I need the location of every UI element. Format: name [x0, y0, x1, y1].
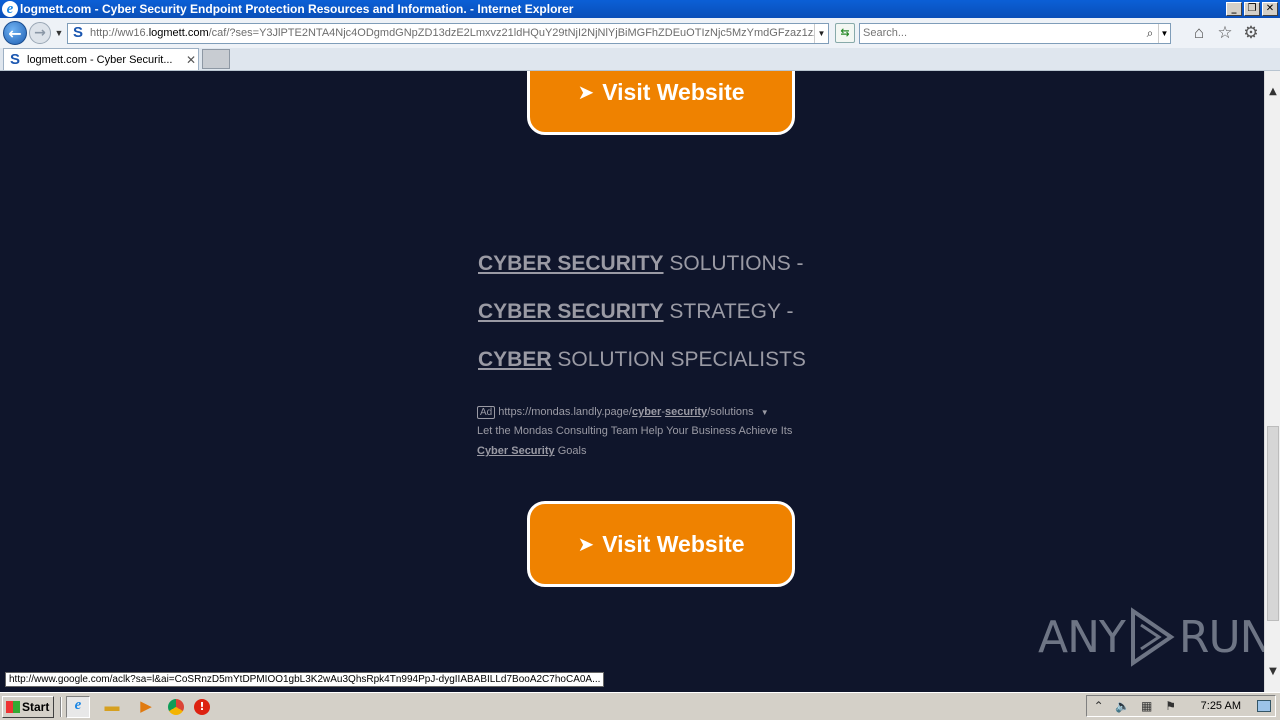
- close-window-button[interactable]: ✕: [1262, 2, 1278, 16]
- taskbar-opera-icon[interactable]: !: [194, 698, 210, 715]
- anyrun-watermark: ANY RUN: [1038, 607, 1264, 667]
- taskbar-explorer-folder-icon[interactable]: ▬: [100, 696, 124, 718]
- status-bar-url: http://www.google.com/aclk?sa=l&ai=CoSRn…: [5, 672, 605, 687]
- scroll-up-icon[interactable]: ▲: [1265, 83, 1280, 100]
- tab-logmett[interactable]: S logmett.com - Cyber Securit... ✕: [3, 48, 199, 70]
- navigation-bar: ← → ▼ S http://ww16.logmett.com/caf/?ses…: [0, 18, 1280, 48]
- minimize-button[interactable]: _: [1226, 2, 1242, 16]
- keyword-rest: SOLUTIONS -: [663, 252, 804, 275]
- keyword-link-2[interactable]: CYBER SECURITY STRATEGY -: [478, 300, 793, 324]
- compatibility-refresh-icon[interactable]: ⇆: [835, 23, 855, 43]
- keyword-link-1[interactable]: CYBER SECURITY SOLUTIONS -: [478, 252, 804, 276]
- start-button[interactable]: Start: [2, 695, 54, 718]
- settings-gear-icon[interactable]: ⚙: [1241, 23, 1261, 43]
- system-tray: ⌃ 🔈 ▦ ⚑ 7:25 AM: [1085, 695, 1276, 717]
- tab-close-icon[interactable]: ✕: [184, 53, 198, 67]
- url-domain: logmett.com: [148, 27, 209, 39]
- url-path: /caf/?ses=Y3JlPTE2NTA4Njc4ODgmdGNpZD13dz…: [208, 27, 814, 39]
- ad-description-link[interactable]: Cyber Security: [477, 445, 555, 457]
- search-icon[interactable]: ⌕: [1142, 26, 1158, 41]
- window-title: logmett.com - Cyber Security Endpoint Pr…: [20, 2, 574, 16]
- ad-url-end: /solutions: [707, 406, 754, 418]
- keyword-link-bold[interactable]: CYBER SECURITY: [478, 300, 664, 323]
- scrollbar-thumb[interactable]: [1267, 426, 1279, 621]
- arrow-icon: ➤: [577, 532, 595, 556]
- keyword-link-bold[interactable]: CYBER: [478, 348, 552, 371]
- ad-description-rest: Goals: [554, 445, 587, 457]
- tab-bar: S logmett.com - Cyber Securit... ✕: [0, 48, 1280, 71]
- scroll-down-icon[interactable]: ▼: [1265, 663, 1280, 680]
- watermark-right: RUN: [1178, 611, 1264, 663]
- tab-label: logmett.com - Cyber Securit...: [27, 53, 173, 66]
- url-prefix: http://ww16.: [90, 27, 149, 39]
- search-box[interactable]: ⌕ ▼: [859, 22, 1171, 44]
- windows-logo-icon: [6, 700, 20, 713]
- ad-description-line-2: Cyber Security Goals: [477, 445, 586, 457]
- visit-website-button-bottom[interactable]: ➤ Visit Website: [527, 501, 795, 587]
- volume-icon[interactable]: 🔈: [1115, 699, 1131, 713]
- address-dropdown-icon[interactable]: ▼: [814, 23, 828, 43]
- keyword-rest: STRATEGY -: [663, 300, 794, 323]
- keyword-link-3[interactable]: CYBER SOLUTION SPECIALISTS: [478, 348, 806, 372]
- vertical-scrollbar[interactable]: ▲ ▼: [1264, 71, 1280, 692]
- ad-url-start: https://mondas.landly.page/: [498, 406, 632, 418]
- forward-button[interactable]: →: [29, 22, 51, 44]
- watermark-left: ANY: [1038, 611, 1126, 663]
- ad-url-keyword-1: cyber: [631, 406, 662, 418]
- start-label: Start: [22, 699, 50, 714]
- taskbar-separator: [60, 696, 62, 717]
- arrow-icon: ➤: [577, 80, 595, 104]
- home-icon[interactable]: ⌂: [1189, 23, 1209, 43]
- taskbar: Start e ▬ ▶ ! ⌃ 🔈 ▦ ⚑ 7:25 AM: [0, 692, 1280, 720]
- clock[interactable]: 7:25 AM: [1201, 700, 1241, 712]
- show-desktop-icon[interactable]: [1257, 700, 1271, 712]
- restore-button[interactable]: ❐: [1244, 2, 1260, 16]
- ad-badge: Ad: [477, 406, 496, 419]
- taskbar-internet-explorer-icon[interactable]: e: [66, 695, 90, 718]
- network-icon[interactable]: ▦: [1139, 699, 1155, 713]
- ad-description-line-1: Let the Mondas Consulting Team Help Your…: [477, 425, 793, 437]
- ad-caret-icon[interactable]: ▼: [761, 408, 769, 417]
- search-input[interactable]: [860, 27, 1142, 39]
- tab-favicon-icon: S: [9, 51, 20, 68]
- action-center-flag-icon[interactable]: ⚑: [1163, 699, 1179, 713]
- visit-website-label: Visit Website: [602, 78, 745, 105]
- window-titlebar: e logmett.com - Cyber Security Endpoint …: [0, 0, 1280, 18]
- watermark-play-icon: [1130, 607, 1175, 667]
- address-url[interactable]: http://ww16.logmett.com/caf/?ses=Y3JlPTE…: [90, 27, 814, 39]
- visit-website-button-top[interactable]: ➤ Visit Website: [527, 71, 795, 135]
- ad-url-line[interactable]: Ad https://mondas.landly.page/cyber-secur…: [477, 406, 769, 419]
- keyword-link-bold[interactable]: CYBER SECURITY: [478, 252, 664, 275]
- tray-expand-icon[interactable]: ⌃: [1091, 699, 1107, 713]
- back-button[interactable]: ←: [3, 21, 27, 45]
- favorites-star-icon[interactable]: ☆: [1215, 23, 1235, 43]
- visit-website-label: Visit Website: [602, 530, 745, 557]
- address-bar[interactable]: S http://ww16.logmett.com/caf/?ses=Y3JlP…: [67, 22, 829, 44]
- taskbar-media-player-icon[interactable]: ▶: [134, 696, 158, 718]
- taskbar-chrome-icon[interactable]: [168, 698, 184, 715]
- site-favicon-icon: S: [70, 25, 86, 41]
- keyword-rest: SOLUTION SPECIALISTS: [551, 348, 806, 371]
- ad-url-keyword-2: security: [664, 406, 708, 418]
- internet-explorer-icon: e: [2, 1, 18, 17]
- search-dropdown-icon[interactable]: ▼: [1158, 23, 1170, 43]
- page-viewport: ➤ Visit Website CYBER SECURITY SOLUTIONS…: [0, 71, 1264, 692]
- history-dropdown-icon[interactable]: ▼: [53, 28, 65, 38]
- new-tab-button[interactable]: [202, 49, 230, 69]
